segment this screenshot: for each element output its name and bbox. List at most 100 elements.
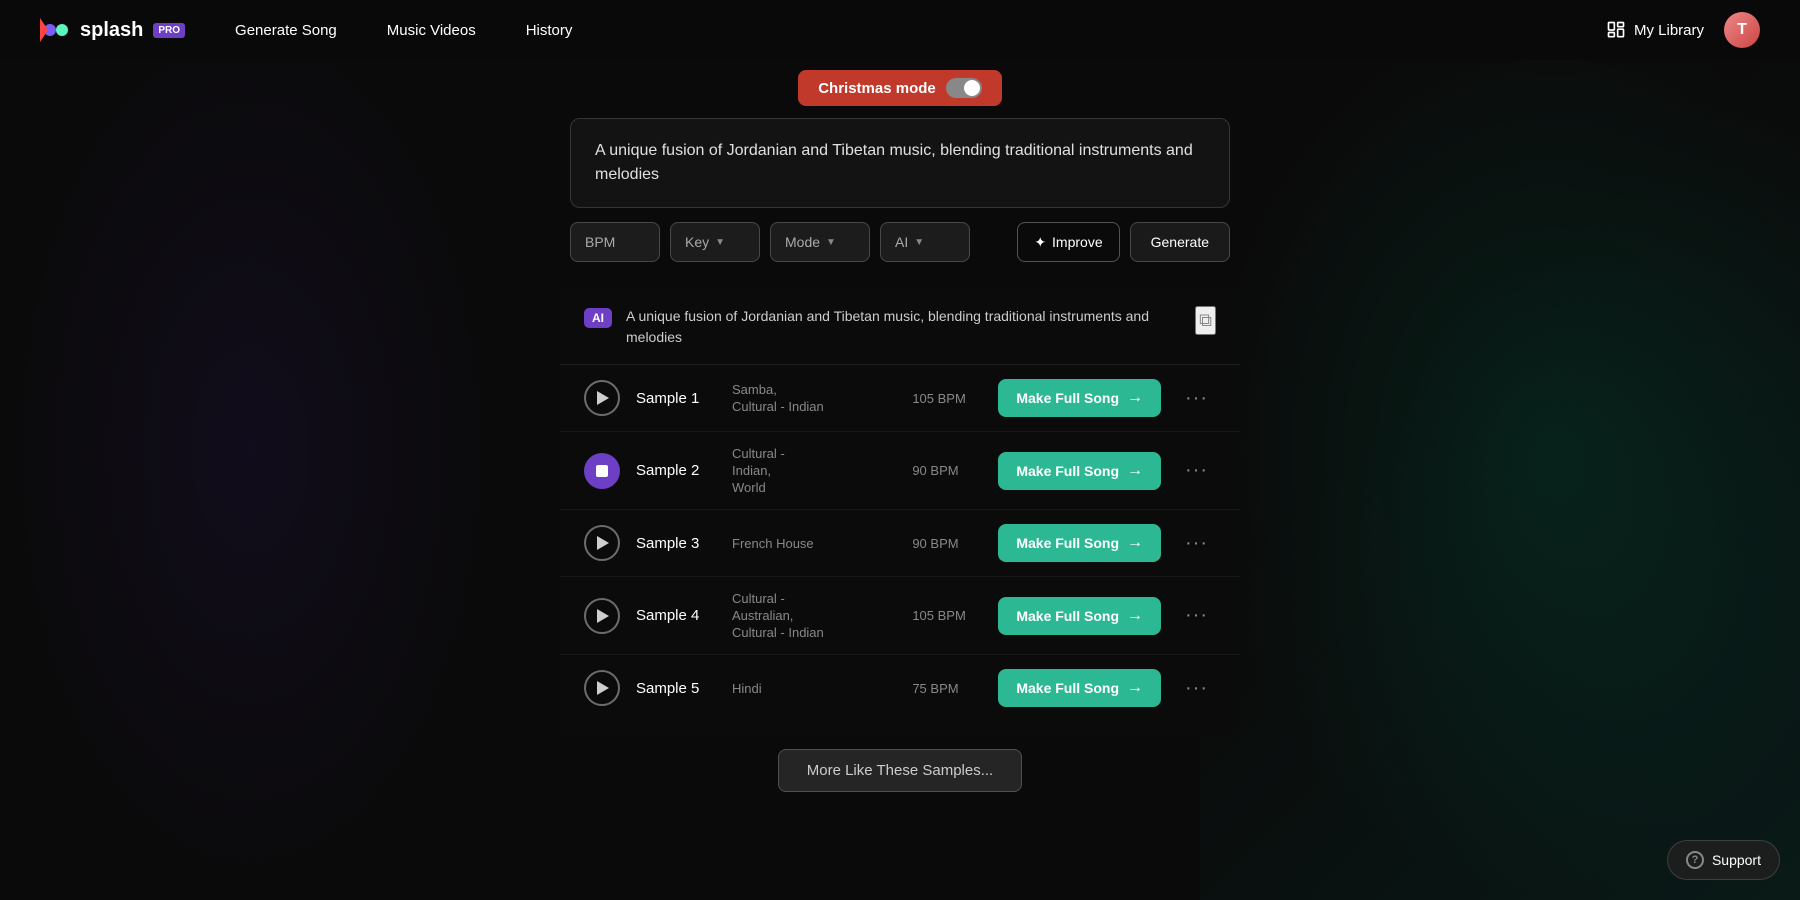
sample-3-genre: French House [732,536,896,551]
sample-5-make-full-song-button[interactable]: Make Full Song → [998,669,1161,707]
sample-2-tags: Cultural - Indian, World [732,446,896,495]
arrow-icon-4: → [1127,607,1143,625]
key-label: Key [685,234,709,250]
sample-2-bpm: 90 BPM [912,463,982,478]
generate-label: Generate [1151,234,1209,250]
logo[interactable]: splash PRO [40,14,185,46]
sample-2-play-button[interactable] [584,453,620,489]
arrow-icon-2: → [1127,462,1143,480]
nav-music-videos[interactable]: Music Videos [387,22,476,39]
logo-pro-badge: PRO [153,23,185,38]
ai-chevron-icon: ▼ [914,237,924,248]
improve-icon: ✦ [1034,234,1046,251]
play-icon [597,391,609,405]
nav-history[interactable]: History [526,22,573,39]
main-content: Christmas mode A unique fusion of Jordan… [0,60,1800,792]
sample-3-tags: French House [732,536,896,551]
christmas-mode-banner[interactable]: Christmas mode [798,70,1002,106]
sample-5-more-button[interactable]: ··· [1177,673,1216,704]
mode-chevron-icon: ▼ [826,237,836,248]
more-like-these-samples-button[interactable]: More Like These Samples... [778,749,1022,792]
my-library-label: My Library [1634,22,1704,39]
make-full-song-label: Make Full Song [1016,390,1119,406]
ai-control[interactable]: AI ▼ [880,222,970,262]
make-full-song-label-4: Make Full Song [1016,608,1119,624]
ai-label: AI [895,234,908,250]
sample-1-name: Sample 1 [636,390,716,407]
library-icon [1606,20,1626,40]
sample-4-bpm: 105 BPM [912,608,982,623]
sample-4-more-button[interactable]: ··· [1177,600,1216,631]
copy-button[interactable]: ⧉ [1195,306,1216,335]
sample-2-more-button[interactable]: ··· [1177,455,1216,486]
support-label: Support [1712,852,1761,868]
sample-1-genre: Samba, [732,382,896,397]
support-icon: ? [1686,851,1704,869]
more-like-btn-label: More Like These Samples... [807,762,993,779]
sample-2-genre-2: Indian, [732,463,896,478]
sample-row: Sample 3 French House 90 BPM Make Full S… [560,510,1240,577]
sample-2-genre: Cultural - [732,446,896,461]
sample-row: Sample 1 Samba, Cultural - Indian 105 BP… [560,365,1240,432]
sample-4-play-button[interactable] [584,598,620,634]
user-avatar[interactable]: T [1724,12,1760,48]
sample-4-genre: Cultural - [732,591,896,606]
make-full-song-label-5: Make Full Song [1016,680,1119,696]
prompt-box: A unique fusion of Jordanian and Tibetan… [570,118,1230,208]
sample-row: Sample 2 Cultural - Indian, World 90 BPM… [560,432,1240,510]
sample-3-make-full-song-button[interactable]: Make Full Song → [998,524,1161,562]
improve-button[interactable]: ✦ Improve [1017,222,1119,262]
improve-label: Improve [1052,234,1103,250]
sample-5-bpm: 75 BPM [912,681,982,696]
sample-2-genre-3: World [732,480,896,495]
sample-5-play-button[interactable] [584,670,620,706]
play-icon-5 [597,681,609,695]
ai-prompt-description: A unique fusion of Jordanian and Tibetan… [626,306,1195,348]
nav-generate-song[interactable]: Generate Song [235,22,337,39]
mode-control[interactable]: Mode ▼ [770,222,870,262]
support-button[interactable]: ? Support [1667,840,1780,880]
nav-links: Generate Song Music Videos History [235,22,572,39]
sample-3-name: Sample 3 [636,535,716,552]
play-icon-4 [597,609,609,623]
sample-row: Sample 5 Hindi 75 BPM Make Full Song → ·… [560,655,1240,721]
sample-3-play-button[interactable] [584,525,620,561]
sample-1-bpm: 105 BPM [912,391,982,406]
ai-prompt-header: AI A unique fusion of Jordanian and Tibe… [560,286,1240,365]
controls-bar: BPM Key ▼ Mode ▼ AI ▼ ✦ Improve Generate [570,222,1230,262]
arrow-icon: → [1127,389,1143,407]
results-panel: AI A unique fusion of Jordanian and Tibe… [560,286,1240,737]
sample-row: Sample 4 Cultural - Australian, Cultural… [560,577,1240,655]
sample-3-bpm: 90 BPM [912,536,982,551]
my-library-button[interactable]: My Library [1606,20,1704,40]
key-control[interactable]: Key ▼ [670,222,760,262]
christmas-toggle[interactable] [946,78,982,98]
sample-4-name: Sample 4 [636,607,716,624]
navbar-left: splash PRO Generate Song Music Videos Hi… [40,14,572,46]
stop-icon [596,465,608,477]
sample-1-more-button[interactable]: ··· [1177,383,1216,414]
sample-5-genre: Hindi [732,681,896,696]
sample-1-tags: Samba, Cultural - Indian [732,382,896,414]
bpm-control[interactable]: BPM [570,222,660,262]
sample-1-genre-2: Cultural - Indian [732,399,896,414]
mode-label: Mode [785,234,820,250]
ai-header-left: AI A unique fusion of Jordanian and Tibe… [584,306,1195,348]
logo-text: splash [80,19,143,42]
sample-4-tags: Cultural - Australian, Cultural - Indian [732,591,896,640]
sample-4-make-full-song-button[interactable]: Make Full Song → [998,597,1161,635]
key-chevron-icon: ▼ [715,237,725,248]
prompt-text: A unique fusion of Jordanian and Tibetan… [595,139,1205,187]
arrow-icon-5: → [1127,679,1143,697]
navbar: splash PRO Generate Song Music Videos Hi… [0,0,1800,60]
sample-3-more-button[interactable]: ··· [1177,528,1216,559]
more-like-btn-wrapper: More Like These Samples... [560,749,1240,792]
sample-4-genre-2: Australian, [732,608,896,623]
splash-logo-icon [40,14,72,46]
ai-badge: AI [584,308,612,328]
sample-5-tags: Hindi [732,681,896,696]
sample-1-make-full-song-button[interactable]: Make Full Song → [998,379,1161,417]
generate-button[interactable]: Generate [1130,222,1230,262]
sample-1-play-button[interactable] [584,380,620,416]
sample-2-make-full-song-button[interactable]: Make Full Song → [998,452,1161,490]
